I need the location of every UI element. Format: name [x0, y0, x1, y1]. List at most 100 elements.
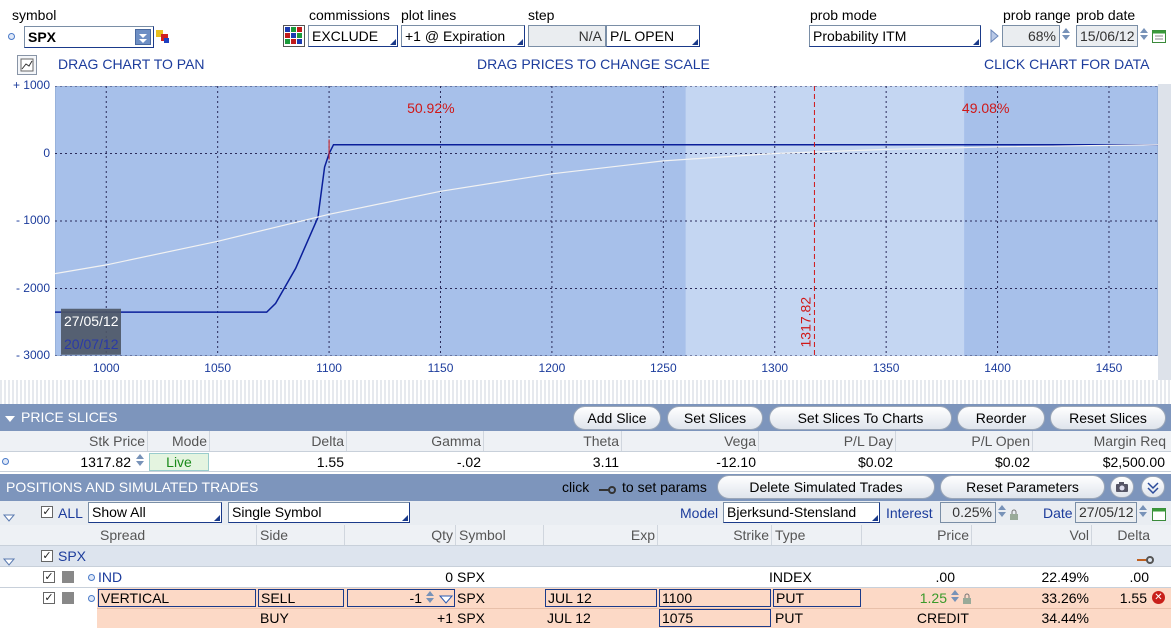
row-color-swatch[interactable]: [62, 592, 74, 604]
x-tick-label[interactable]: 1300: [755, 361, 795, 375]
col-strike[interactable]: Strike: [658, 525, 772, 545]
price-lock-icon[interactable]: [962, 592, 972, 608]
cell-side[interactable]: SELL: [258, 589, 344, 607]
group-checkbox[interactable]: ✓: [41, 550, 53, 562]
col-type[interactable]: Type: [772, 525, 862, 545]
x-tick-label[interactable]: 1000: [86, 361, 126, 375]
price-stepper[interactable]: [950, 588, 960, 608]
date-stepper[interactable]: [1138, 503, 1148, 523]
pl-mode-select[interactable]: P/L OPEN: [606, 25, 700, 47]
col-spread[interactable]: Spread: [97, 525, 257, 545]
slice-price-stepper[interactable]: [135, 452, 145, 472]
group-row[interactable]: [0, 546, 1171, 567]
col-pl-day[interactable]: P/L Day: [759, 431, 896, 451]
col-mode[interactable]: Mode: [148, 431, 210, 451]
symbol-input[interactable]: SPX: [24, 26, 154, 48]
y-tick-label[interactable]: 0: [0, 146, 50, 160]
x-tick-label[interactable]: 1450: [1089, 361, 1129, 375]
row-checkbox[interactable]: ✓: [43, 592, 55, 604]
cell-spread[interactable]: VERTICAL: [98, 589, 256, 607]
cell-exp[interactable]: JUL 12: [545, 589, 657, 607]
col-theta[interactable]: Theta: [484, 431, 622, 451]
filter-value: Show All: [92, 504, 146, 520]
plot-lines-select[interactable]: +1 @ Expiration: [401, 25, 525, 47]
slice-mode[interactable]: Live: [149, 453, 209, 471]
chart-settings-icon[interactable]: [17, 55, 37, 75]
prob-date-input[interactable]: 15/06/12: [1076, 25, 1138, 47]
model-select[interactable]: Bjerksund-Stensland: [723, 502, 880, 523]
pl-chart[interactable]: 50.92% 49.08% 1317.82 27/05/12 20/07/12: [55, 86, 1158, 356]
prob-mode-select[interactable]: Probability ITM: [809, 25, 981, 47]
col-qty[interactable]: Qty: [345, 525, 456, 545]
filter-select[interactable]: Show All: [88, 502, 222, 523]
interest-lock-icon[interactable]: [1009, 508, 1019, 524]
color-icon[interactable]: [156, 30, 170, 44]
row-color-swatch[interactable]: [62, 571, 74, 583]
qty-dropdown-icon[interactable]: [438, 592, 454, 608]
interest-stepper[interactable]: [997, 503, 1007, 523]
reorder-button[interactable]: Reorder: [957, 406, 1045, 430]
interest-input[interactable]: 0.25%: [940, 502, 996, 523]
col-margin-req[interactable]: Margin Req: [1033, 431, 1168, 451]
col-gamma[interactable]: Gamma: [347, 431, 484, 451]
col-delta[interactable]: Delta: [210, 431, 347, 451]
camera-icon[interactable]: [1110, 476, 1134, 498]
x-tick-label[interactable]: 1050: [198, 361, 238, 375]
add-slice-button[interactable]: Add Slice: [573, 406, 661, 430]
delete-simulated-trades-button[interactable]: Delete Simulated Trades: [717, 475, 935, 499]
set-slices-button[interactable]: Set Slices: [667, 406, 763, 430]
collapse-all-icon[interactable]: [1141, 476, 1165, 498]
step-input[interactable]: N/A: [528, 25, 606, 47]
select-all-checkbox[interactable]: ✓: [41, 506, 53, 518]
col-symbol[interactable]: Symbol: [456, 525, 544, 545]
filter-collapse-icon[interactable]: [2, 509, 16, 525]
y-tick-label[interactable]: - 1000: [0, 213, 50, 227]
group-wrench-icon[interactable]: [1136, 552, 1154, 568]
col-stk-price[interactable]: Stk Price: [10, 431, 148, 451]
y-tick-label[interactable]: - 3000: [0, 348, 50, 362]
remove-icon[interactable]: ✕: [1152, 591, 1165, 604]
row-checkbox[interactable]: ✓: [43, 571, 55, 583]
symbol-mode-select[interactable]: Single Symbol: [228, 502, 410, 523]
col-vol[interactable]: Vol: [972, 525, 1092, 545]
grid-color-icon[interactable]: [283, 25, 305, 47]
date-input[interactable]: 27/05/12: [1075, 502, 1137, 523]
cell-type[interactable]: PUT: [773, 589, 861, 607]
x-tick-label[interactable]: 1400: [978, 361, 1018, 375]
chart-scrollbar[interactable]: [1158, 84, 1171, 380]
collapse-arrow-icon[interactable]: [4, 411, 16, 427]
prob-date-stepper[interactable]: [1139, 26, 1149, 46]
col-pl-open[interactable]: P/L Open: [896, 431, 1033, 451]
expand-arrow-icon[interactable]: [990, 28, 1000, 46]
cell-spread[interactable]: IND: [98, 567, 256, 587]
cell-strike[interactable]: 1100: [659, 589, 771, 607]
cell-price[interactable]: 1.25: [862, 588, 950, 608]
cell-qty[interactable]: 0: [345, 567, 456, 587]
commissions-select[interactable]: EXCLUDE: [308, 25, 398, 47]
x-tick-label[interactable]: 1100: [309, 361, 349, 375]
group-name: SPX: [58, 548, 87, 564]
positions-calendar-icon[interactable]: [1152, 507, 1166, 524]
prob-range-stepper[interactable]: [1061, 26, 1071, 46]
calendar-icon[interactable]: [1152, 29, 1166, 43]
x-tick-label[interactable]: 1250: [643, 361, 683, 375]
status-dot-icon: [8, 33, 15, 40]
x-tick-label[interactable]: 1150: [420, 361, 460, 375]
reset-slices-button[interactable]: Reset Slices: [1050, 406, 1166, 430]
col-vega[interactable]: Vega: [622, 431, 759, 451]
slice-stk-price[interactable]: 1317.82: [10, 452, 134, 472]
x-tick-label[interactable]: 1200: [532, 361, 572, 375]
col-exp[interactable]: Exp: [544, 525, 658, 545]
set-slices-to-charts-button[interactable]: Set Slices To Charts: [769, 406, 952, 430]
prob-range-input[interactable]: 68%: [1002, 25, 1060, 47]
qty-stepper[interactable]: [425, 589, 435, 609]
col-price[interactable]: Price: [862, 525, 972, 545]
cell-strike[interactable]: 1075: [659, 609, 771, 627]
col-position-delta[interactable]: Delta: [1092, 525, 1152, 545]
reset-parameters-button[interactable]: Reset Parameters: [940, 475, 1105, 499]
col-side[interactable]: Side: [257, 525, 345, 545]
y-tick-label[interactable]: - 2000: [0, 281, 50, 295]
y-tick-label[interactable]: + 1000: [0, 78, 50, 92]
x-tick-label[interactable]: 1350: [866, 361, 906, 375]
symbol-dropdown-icon[interactable]: [135, 29, 151, 45]
